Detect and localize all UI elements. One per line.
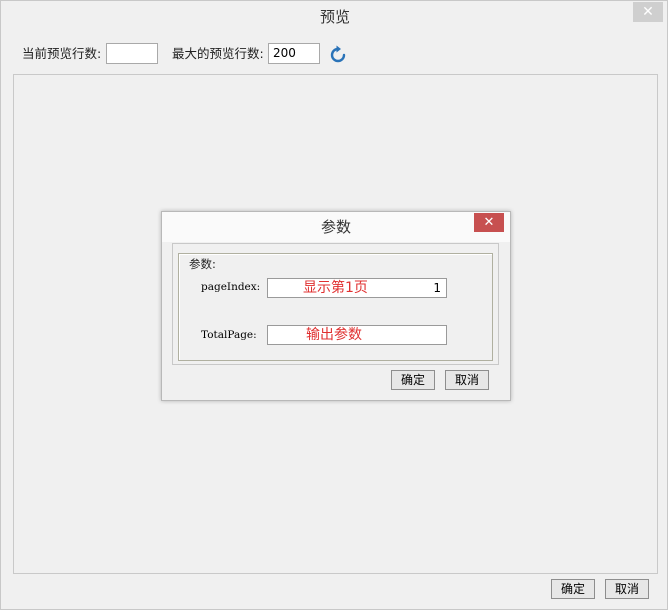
param-input-pageindex[interactable]: 显示第1页 1 [267,278,447,298]
window-title: 预览 [319,8,350,26]
max-rows-label: 最大的预览行数: [172,46,264,61]
param-label-totalpage: TotalPage: [201,329,257,341]
dialog-title: 参数 [162,212,510,242]
current-rows-label: 当前预览行数: [22,46,102,61]
dialog-ok-button[interactable]: 确定 [391,370,435,390]
refresh-button[interactable] [330,45,346,63]
cancel-button[interactable]: 取消 [605,579,649,599]
parameter-dialog: 参数 ✕ 参数: pageIndex: 显示第1页 1 TotalPage: 输… [161,211,511,401]
param-description-pageindex: 显示第1页 [303,280,368,296]
dialog-close-button[interactable]: ✕ [474,213,504,232]
close-icon: ✕ [642,4,654,20]
ok-button[interactable]: 确定 [551,579,595,599]
preview-window: 预览 ✕ 当前预览行数: 最大的预览行数: 200 参数 ✕ 参数: pageI… [0,0,668,610]
dialog-body: 参数: pageIndex: 显示第1页 1 TotalPage: 输出参数 [172,243,499,365]
parameter-group: 参数: pageIndex: 显示第1页 1 TotalPage: 输出参数 [178,253,493,361]
param-label-pageindex: pageIndex: [201,281,261,293]
max-rows-input[interactable]: 200 [268,43,320,64]
close-icon: ✕ [483,215,495,230]
refresh-icon [330,45,346,63]
dialog-cancel-button[interactable]: 取消 [445,370,489,390]
parameter-group-label: 参数: [187,257,218,271]
current-rows-input[interactable] [106,43,158,64]
window-close-button[interactable]: ✕ [633,2,663,22]
param-description-totalpage: 输出参数 [306,327,362,343]
param-input-totalpage[interactable]: 输出参数 [267,325,447,345]
param-value-pageindex: 1 [433,281,441,295]
